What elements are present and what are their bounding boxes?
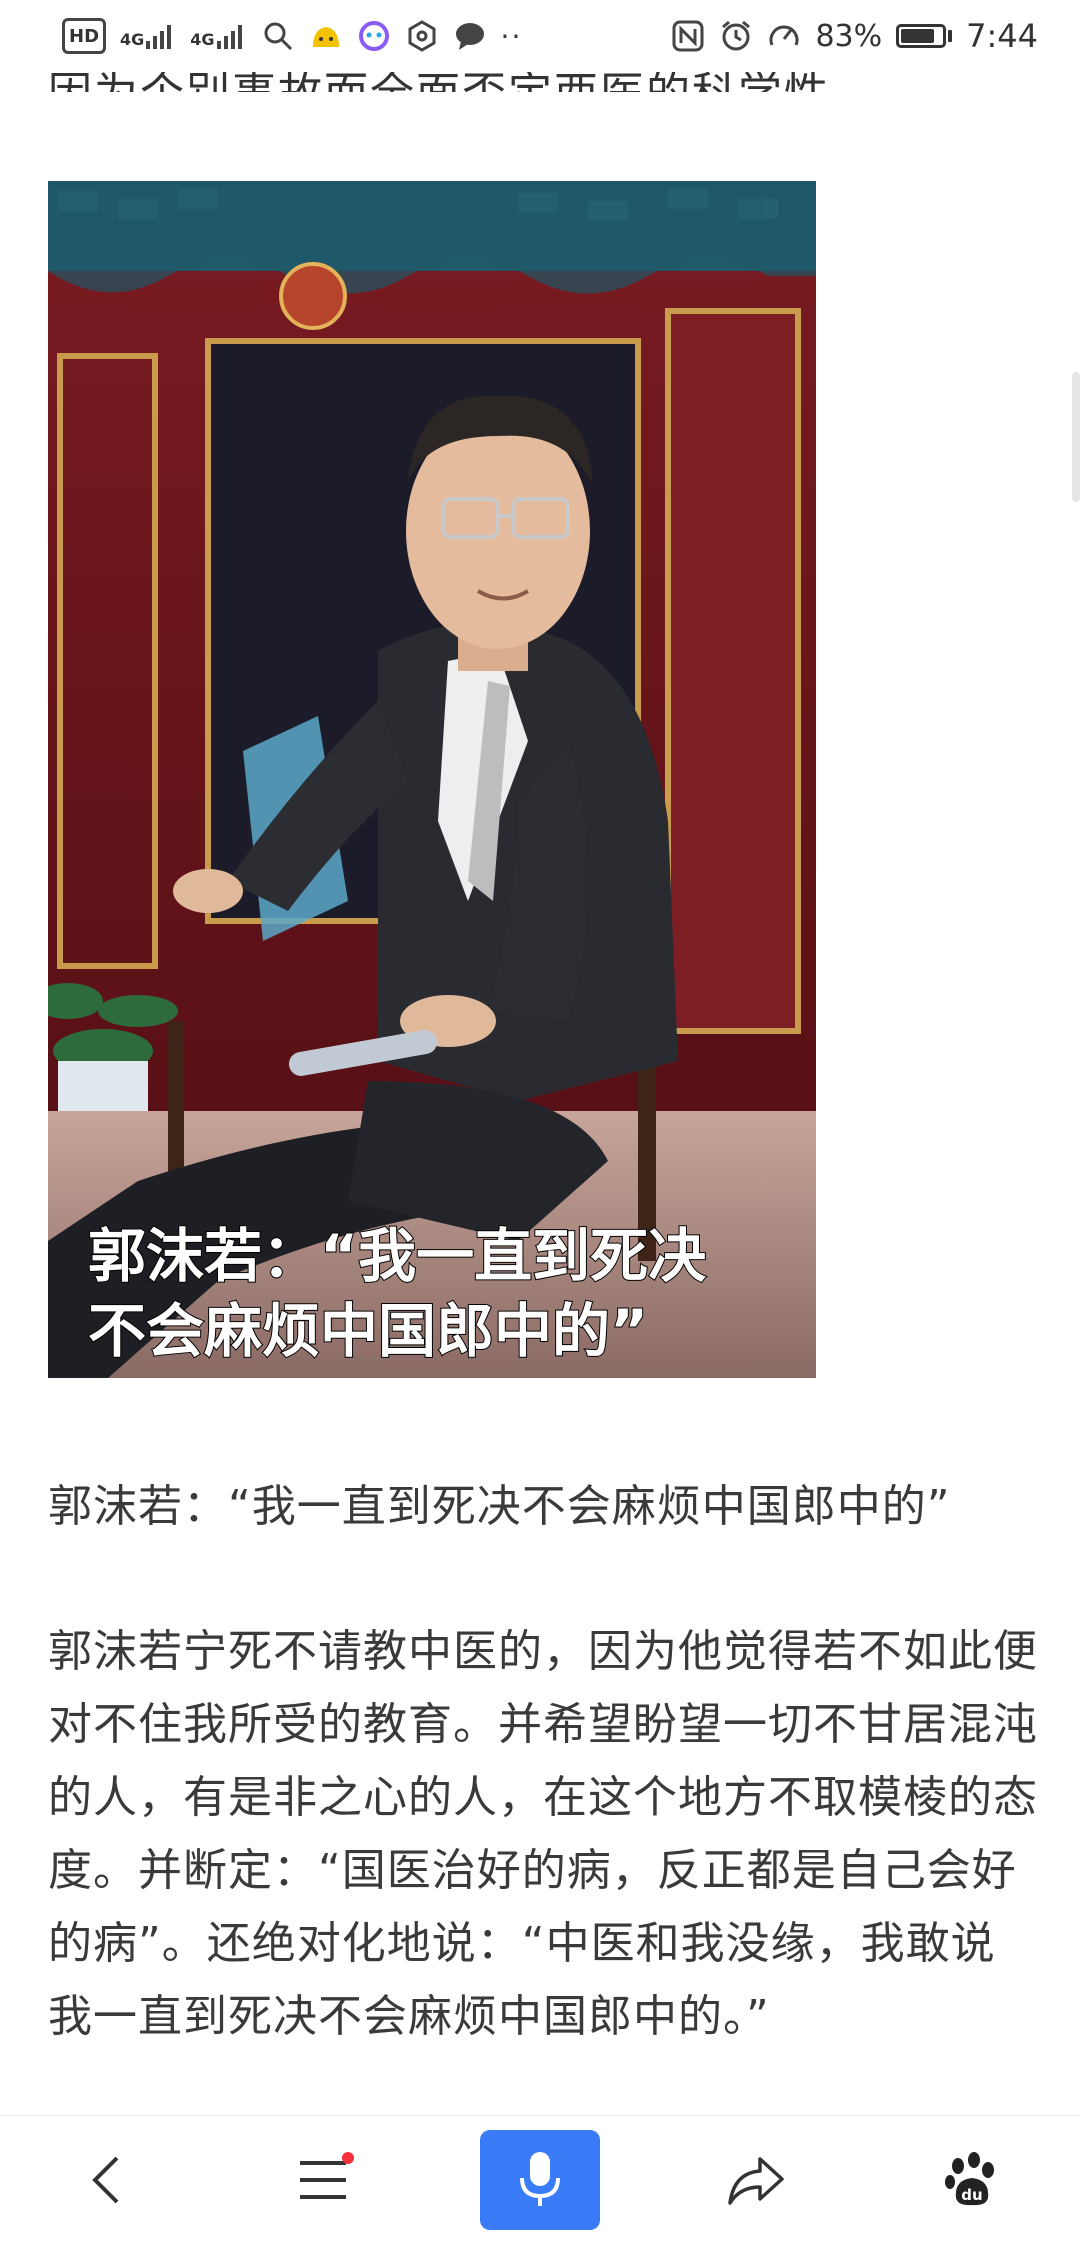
network-type-label: 4G: [190, 30, 215, 49]
image-overlay-line1: 郭沫若：“我一直到死决: [88, 1222, 706, 1290]
notification-dot: [342, 2152, 354, 2164]
article-paragraph: 郭沫若宁死不请教中医的，因为他觉得若不如此便对不住我所受的教育。并希望盼望一切不…: [48, 1626, 1038, 2042]
baidu-home-button[interactable]: du: [912, 2130, 1032, 2230]
clock: 7:44: [966, 17, 1038, 55]
alarm-icon: [722, 20, 751, 51]
mic-icon: [520, 2152, 560, 2206]
wax-figure-photo: 郭沫若：“我一直到死决 不会麻烦中国郎中的”: [48, 181, 816, 1378]
status-bar: HD 4G 4G ·· 83% 7:44: [0, 0, 1080, 72]
scrollbar[interactable]: [1072, 372, 1080, 502]
more-dots-icon: ··: [500, 19, 523, 53]
battery-icon: [896, 24, 953, 48]
share-icon: [728, 2157, 784, 2205]
app-icon: [312, 27, 339, 47]
status-left: HD 4G 4G ··: [62, 18, 522, 54]
speed-icon: [769, 25, 799, 46]
image-overlay-line2: 不会麻烦中国郎中的”: [88, 1297, 648, 1365]
app-icon: [358, 21, 389, 51]
signal-icon: 4G: [190, 23, 246, 49]
search-icon: [264, 22, 292, 51]
menu-button[interactable]: [264, 2130, 384, 2230]
status-right: 83% 7:44: [671, 17, 1038, 55]
back-icon: [92, 2156, 119, 2204]
network-type-label: 4G: [120, 30, 145, 49]
back-button[interactable]: [48, 2130, 168, 2230]
chat-icon: [455, 23, 484, 50]
image-caption: 郭沫若：“我一直到死决不会麻烦中国郎中的”: [48, 1481, 951, 1532]
svg-text:du: du: [961, 2186, 982, 2204]
hd-icon: HD: [62, 18, 107, 54]
share-button[interactable]: [696, 2130, 816, 2230]
article-image[interactable]: 郭沫若：“我一直到死决 不会麻烦中国郎中的”: [48, 181, 816, 1378]
battery-percent: 83%: [815, 18, 883, 54]
baidu-paw-icon: du: [945, 2152, 994, 2206]
nfc-icon: [672, 20, 704, 52]
bottom-toolbar: du: [0, 2115, 1080, 2244]
settings-icon: [408, 20, 436, 52]
signal-icon: 4G: [120, 23, 176, 49]
voice-search-button[interactable]: [480, 2130, 600, 2230]
